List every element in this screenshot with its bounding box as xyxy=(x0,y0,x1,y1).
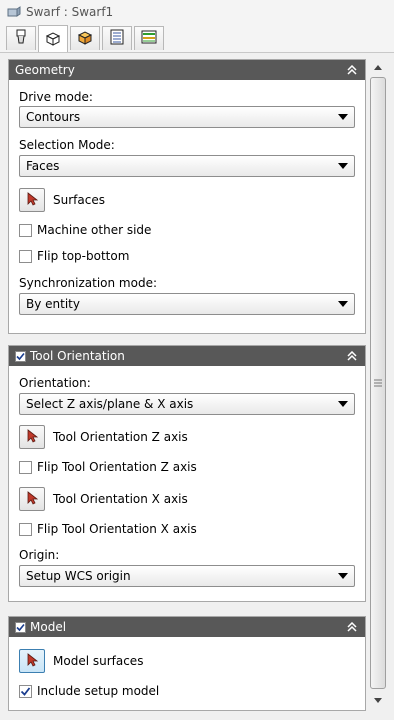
swarf-operation-icon xyxy=(6,4,22,20)
tool-icon xyxy=(13,29,29,48)
tool-orientation-section-title: Tool Orientation xyxy=(30,349,125,363)
drive-mode-dropdown[interactable]: Contours xyxy=(19,106,355,128)
tab-parameters[interactable] xyxy=(102,26,132,50)
geometry-section-title: Geometry xyxy=(15,63,75,77)
tab-stock[interactable] xyxy=(70,26,100,50)
scrollbar-thumb[interactable] xyxy=(370,77,386,689)
sync-mode-value: By entity xyxy=(26,297,80,311)
geometry-section: Geometry Drive mode: Contours Selection … xyxy=(8,59,366,334)
tab-geometry[interactable] xyxy=(38,25,68,52)
tool-orientation-enable-checkbox[interactable] xyxy=(15,350,26,362)
flip-x-axis-checkbox[interactable] xyxy=(19,523,32,536)
x-axis-label: Tool Orientation X axis xyxy=(53,492,188,506)
chevron-down-icon xyxy=(338,114,348,120)
scroll-down-icon[interactable] xyxy=(369,693,387,709)
model-surfaces-pick-button[interactable] xyxy=(19,649,45,673)
parameters-panel: Geometry Drive mode: Contours Selection … xyxy=(0,53,394,720)
sync-mode-label: Synchronization mode: xyxy=(19,276,158,290)
model-section-title: Model xyxy=(30,620,67,634)
include-setup-model-label: Include setup model xyxy=(37,684,160,698)
z-axis-pick-button[interactable] xyxy=(19,425,45,449)
model-section-header[interactable]: Model xyxy=(9,617,365,637)
origin-dropdown[interactable]: Setup WCS origin xyxy=(19,565,355,587)
checkmark-icon xyxy=(20,687,31,696)
model-surfaces-label: Model surfaces xyxy=(53,654,144,668)
pick-arrow-icon xyxy=(26,191,39,209)
machine-other-side-label: Machine other side xyxy=(37,223,152,237)
flip-z-axis-label: Flip Tool Orientation Z axis xyxy=(37,460,197,474)
grip-icon xyxy=(374,379,382,387)
machine-other-side-checkbox[interactable] xyxy=(19,224,32,237)
title-bar: Swarf : Swarf1 xyxy=(0,0,394,24)
scroll-up-icon[interactable] xyxy=(369,59,387,75)
orientation-dropdown[interactable]: Select Z axis/plane & X axis xyxy=(19,393,355,415)
collapse-icon[interactable] xyxy=(345,620,359,634)
surfaces-pick-button[interactable] xyxy=(19,188,45,212)
sync-mode-dropdown[interactable]: By entity xyxy=(19,293,355,315)
tool-orientation-section: Tool Orientation Orientation: Select Z a… xyxy=(8,345,366,602)
model-enable-checkbox[interactable] xyxy=(15,621,26,633)
flip-top-bottom-checkbox[interactable] xyxy=(19,250,32,263)
pick-arrow-icon xyxy=(26,428,39,446)
chevron-down-icon xyxy=(338,573,348,579)
include-setup-model-checkbox[interactable] xyxy=(19,685,32,698)
drive-mode-label: Drive mode: xyxy=(19,90,93,104)
parameters-list-icon xyxy=(109,29,125,48)
vertical-scrollbar[interactable] xyxy=(369,59,387,709)
tab-tool[interactable] xyxy=(6,26,36,50)
collapse-icon[interactable] xyxy=(345,349,359,363)
z-axis-label: Tool Orientation Z axis xyxy=(53,430,188,444)
stock-box-icon xyxy=(76,28,94,49)
scroll-area: Geometry Drive mode: Contours Selection … xyxy=(8,59,366,711)
model-section: Model Model surfaces Include setup model xyxy=(8,616,366,711)
tool-orientation-section-header[interactable]: Tool Orientation xyxy=(9,346,365,366)
selection-mode-dropdown[interactable]: Faces xyxy=(19,155,355,177)
geometry-box-icon xyxy=(44,29,62,50)
pick-arrow-icon xyxy=(26,490,39,508)
origin-value: Setup WCS origin xyxy=(26,569,131,583)
levels-icon xyxy=(141,29,157,48)
selection-mode-label: Selection Mode: xyxy=(19,138,115,152)
tab-heights[interactable] xyxy=(134,26,164,50)
collapse-icon[interactable] xyxy=(345,63,359,77)
origin-label: Origin: xyxy=(19,548,60,562)
selection-mode-value: Faces xyxy=(26,159,60,173)
flip-x-axis-label: Flip Tool Orientation X axis xyxy=(37,522,197,536)
x-axis-pick-button[interactable] xyxy=(19,487,45,511)
chevron-down-icon xyxy=(338,301,348,307)
flip-top-bottom-label: Flip top-bottom xyxy=(37,249,130,263)
surfaces-label: Surfaces xyxy=(53,193,105,207)
tab-strip xyxy=(0,24,394,53)
chevron-down-icon xyxy=(338,401,348,407)
orientation-label: Orientation: xyxy=(19,376,91,390)
geometry-section-header[interactable]: Geometry xyxy=(9,60,365,80)
chevron-down-icon xyxy=(338,163,348,169)
orientation-value: Select Z axis/plane & X axis xyxy=(26,397,194,411)
flip-z-axis-checkbox[interactable] xyxy=(19,461,32,474)
pick-arrow-icon xyxy=(26,652,39,670)
drive-mode-value: Contours xyxy=(26,110,81,124)
window-title: Swarf : Swarf1 xyxy=(26,5,114,19)
